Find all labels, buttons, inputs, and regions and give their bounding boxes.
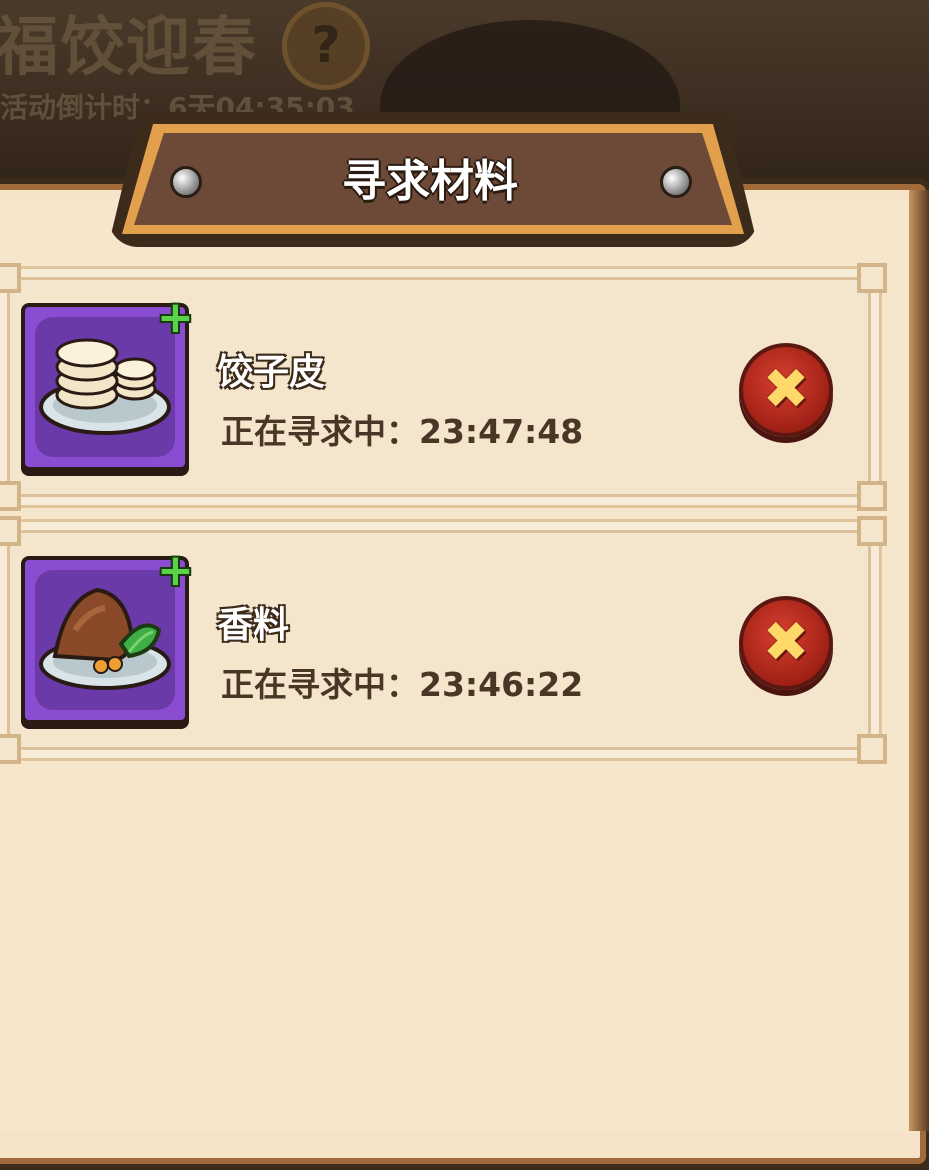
- material-name: 饺子皮: [217, 352, 326, 393]
- help-button[interactable]: ?: [282, 2, 370, 90]
- material-row: + 饺子皮 正在寻求中：23:47:48 ✖: [0, 263, 887, 511]
- frame-corner-icon: [0, 516, 21, 546]
- cancel-search-button[interactable]: ✖: [739, 596, 833, 690]
- frame-corner-icon: [0, 734, 21, 764]
- material-row: + 香料 正在寻求中：23:46:22 ✖: [0, 516, 887, 764]
- material-icon-slot[interactable]: +: [21, 549, 194, 724]
- search-status: 正在寻求中：23:47:48: [221, 412, 584, 451]
- rivet-left-icon: [170, 166, 202, 198]
- add-material-icon[interactable]: +: [157, 296, 194, 340]
- frame-corner-icon: [0, 263, 21, 293]
- frame-corner-icon: [857, 263, 887, 293]
- close-icon: ✖: [762, 357, 810, 422]
- event-title: 福饺迎春: [0, 11, 258, 85]
- frame-corner-icon: [0, 481, 21, 511]
- material-name: 香料: [217, 605, 290, 646]
- frame-corner-icon: [857, 481, 887, 511]
- panel-frame: [909, 190, 929, 1131]
- close-icon: ✖: [762, 610, 810, 675]
- frame-corner-icon: [857, 734, 887, 764]
- panel-title: 寻求材料: [342, 156, 518, 207]
- cancel-search-button[interactable]: ✖: [739, 343, 833, 437]
- rivet-right-icon: [660, 166, 692, 198]
- add-material-icon[interactable]: +: [157, 549, 194, 593]
- search-status: 正在寻求中：23:46:22: [221, 665, 584, 704]
- material-icon-slot[interactable]: +: [21, 296, 194, 471]
- frame-corner-icon: [857, 516, 887, 546]
